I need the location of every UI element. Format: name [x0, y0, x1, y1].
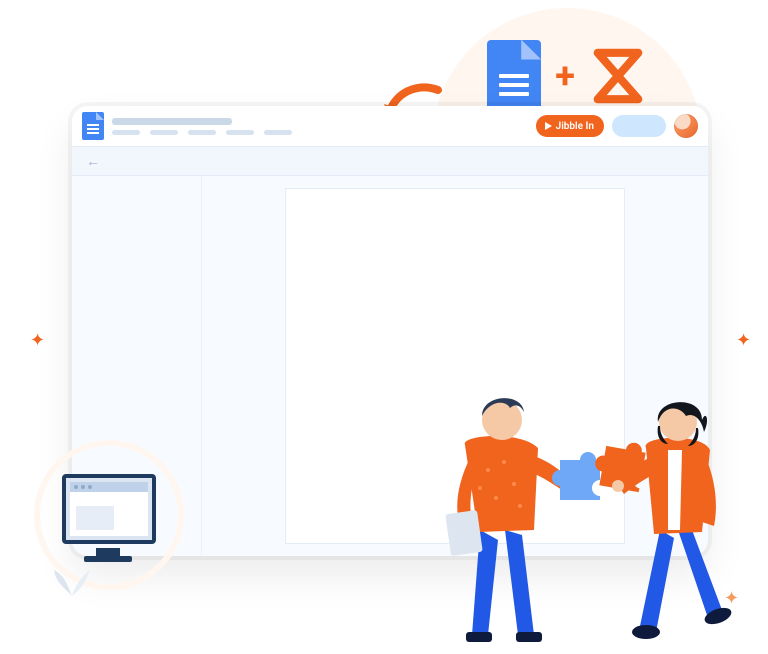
share-button[interactable] [612, 115, 666, 137]
monitor-badge [34, 440, 184, 590]
plus-icon: + [555, 55, 575, 97]
jibble-button-label: Jibble In [556, 121, 594, 132]
monitor-icon [62, 474, 156, 544]
menu-item[interactable] [226, 130, 254, 135]
google-docs-icon[interactable] [82, 112, 104, 140]
canvas [202, 176, 708, 556]
google-docs-icon [487, 40, 541, 112]
menu-item[interactable] [188, 130, 216, 135]
avatar[interactable] [674, 114, 698, 138]
jibble-hourglass-icon [589, 47, 647, 105]
sparkle-icon: ✦ [724, 588, 739, 609]
menu-bar [112, 130, 292, 135]
doc-title-area [112, 118, 292, 135]
doc-title-placeholder[interactable] [112, 118, 232, 125]
jibble-in-button[interactable]: Jibble In [536, 115, 604, 137]
back-arrow-icon[interactable]: ← [86, 153, 100, 170]
title-bar: Jibble In [72, 106, 708, 146]
document-page[interactable] [285, 188, 625, 544]
sparkle-icon: ✦ [30, 330, 45, 351]
toolbar: ← [72, 146, 708, 176]
menu-item[interactable] [112, 130, 140, 135]
leaf-decoration [52, 558, 92, 602]
menu-item[interactable] [150, 130, 178, 135]
menu-item[interactable] [264, 130, 292, 135]
sparkle-icon: ✦ [736, 330, 751, 351]
